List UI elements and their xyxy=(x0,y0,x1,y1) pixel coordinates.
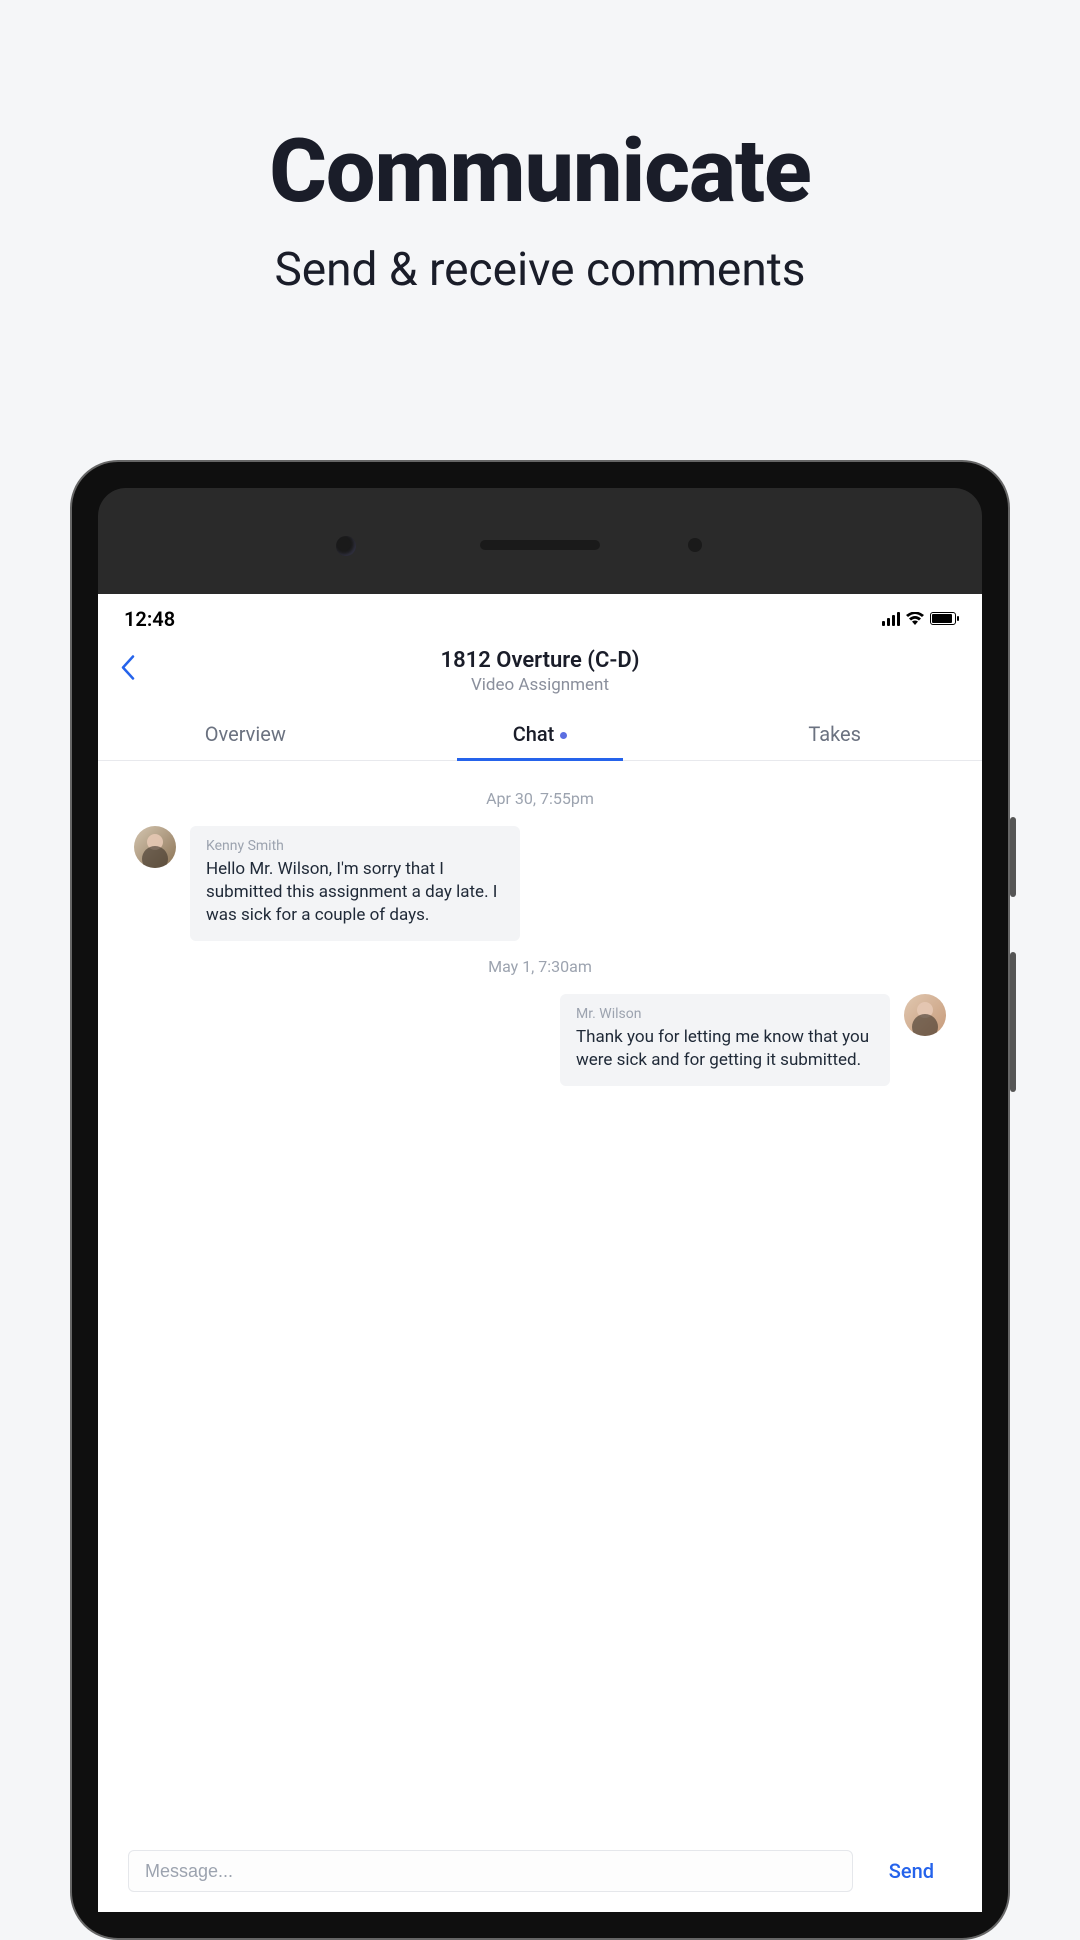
chat-pane[interactable]: Apr 30, 7:55pm Kenny Smith Hello Mr. Wil… xyxy=(98,761,982,1836)
device-button-bottom xyxy=(1010,952,1016,1092)
message-sender: Mr. Wilson xyxy=(576,1006,874,1022)
message-row: Mr. Wilson Thank you for letting me know… xyxy=(134,994,946,1086)
message-bubble: Kenny Smith Hello Mr. Wilson, I'm sorry … xyxy=(190,826,520,941)
screen: 12:48 1812 Overture (C-D) Video Assignme… xyxy=(98,594,982,1912)
tab-bar: Overview Chat Takes xyxy=(98,708,982,761)
status-bar: 12:48 xyxy=(98,594,982,634)
device-button-top xyxy=(1010,817,1016,897)
tab-chat[interactable]: Chat xyxy=(393,708,688,760)
nav-bar: 1812 Overture (C-D) Video Assignment xyxy=(98,634,982,708)
back-button[interactable] xyxy=(120,654,136,689)
tab-label: Takes xyxy=(808,722,861,746)
send-button[interactable]: Send xyxy=(871,1851,952,1891)
hero-section: Communicate Send & receive comments xyxy=(0,0,1080,297)
status-time: 12:48 xyxy=(124,607,175,631)
unread-dot-icon xyxy=(560,732,567,739)
hero-subtitle: Send & receive comments xyxy=(0,243,1080,297)
camera-dot xyxy=(336,536,356,556)
cellular-icon xyxy=(882,612,900,626)
message-row: Kenny Smith Hello Mr. Wilson, I'm sorry … xyxy=(134,826,946,941)
message-body: Thank you for letting me know that you w… xyxy=(576,1026,874,1072)
avatar[interactable] xyxy=(904,994,946,1036)
message-bubble: Mr. Wilson Thank you for letting me know… xyxy=(560,994,890,1086)
composer: Send xyxy=(98,1836,982,1912)
sensor-dot xyxy=(688,538,702,552)
page-subtitle: Video Assignment xyxy=(441,675,640,695)
tab-overview[interactable]: Overview xyxy=(98,708,393,760)
message-body: Hello Mr. Wilson, I'm sorry that I submi… xyxy=(206,858,504,927)
chat-timestamp: Apr 30, 7:55pm xyxy=(134,789,946,808)
device-bezel: 12:48 1812 Overture (C-D) Video Assignme… xyxy=(98,488,982,1912)
speaker-slot xyxy=(480,540,600,550)
page-title: 1812 Overture (C-D) xyxy=(441,648,640,673)
tab-label: Chat xyxy=(513,722,555,746)
tab-label: Overview xyxy=(205,722,286,746)
device-frame: 12:48 1812 Overture (C-D) Video Assignme… xyxy=(70,460,1010,1940)
status-icons xyxy=(882,612,956,626)
chevron-left-icon xyxy=(120,655,136,681)
wifi-icon xyxy=(906,612,924,626)
hero-title: Communicate xyxy=(0,120,1080,223)
message-sender: Kenny Smith xyxy=(206,838,504,854)
chat-timestamp: May 1, 7:30am xyxy=(134,957,946,976)
battery-icon xyxy=(930,612,956,625)
tab-takes[interactable]: Takes xyxy=(687,708,982,760)
avatar[interactable] xyxy=(134,826,176,868)
message-input[interactable] xyxy=(128,1850,853,1892)
